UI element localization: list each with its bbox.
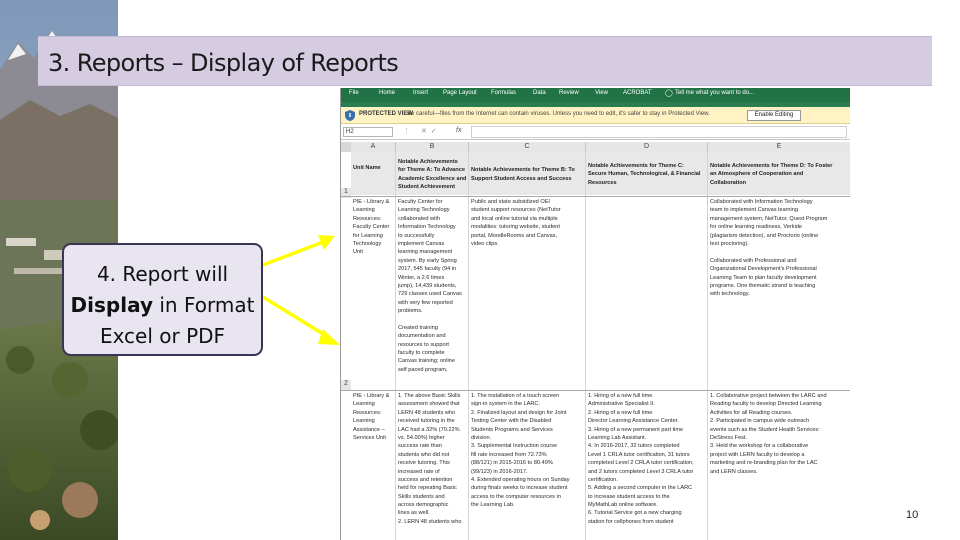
fx-icon[interactable]: fx (456, 127, 461, 134)
cell-c1: Public and state subsidized OEI student s… (471, 199, 561, 247)
callout-display-word: Display (70, 293, 153, 317)
arrow-down-head (318, 329, 340, 345)
formula-bar: H2 ⋮ ✕ ✓ fx (341, 124, 850, 140)
arrow-up-head (318, 235, 335, 250)
cell-e1: Collaborated with Information Technology… (710, 199, 828, 298)
arrow-down-line (261, 295, 330, 339)
slide-title: 3. Reports – Display of Reports (48, 49, 399, 77)
cell-e2: 1. Collaborative project between the LAR… (710, 393, 827, 475)
ribbon-tab-review[interactable]: Review (559, 90, 579, 96)
title-banner: 3. Reports – Display of Reports (38, 36, 932, 86)
header-cell-b: Notable Achievements for Theme A: To Adva… (398, 159, 467, 191)
callout-line-1: 4. Report will (96, 262, 229, 286)
formula-input[interactable] (471, 126, 847, 138)
cell-a1: PIE - Library & Learning Resources: Faculty… (353, 199, 390, 256)
page-number: 10 (906, 509, 919, 521)
cell-d2: 1. Hiring of a new full time Administrati… (588, 393, 694, 525)
callout-line-2: Display in Format (64, 290, 261, 321)
ribbon-tab-acrobat[interactable]: ACROBAT (623, 90, 652, 96)
row-2-divider (341, 390, 850, 391)
protected-view-label: PROTECTED VIEW (359, 111, 414, 117)
cell-c2: 1. The installation of a touch screen sig… (471, 393, 570, 509)
ribbon-tab-view[interactable]: View (595, 90, 608, 96)
cell-b1: Faculty Center for Learning Technology col… (398, 199, 462, 373)
excel-screenshot: File Home Insert Page Layout Formulas Da… (340, 88, 850, 540)
cell-b2: 1. The above Basic Skills assessment show… (398, 393, 462, 525)
column-header-e[interactable]: E (708, 142, 850, 152)
tell-me-box[interactable]: Tell me what you want to do... (675, 90, 754, 96)
column-header-a[interactable]: A (351, 142, 396, 152)
protected-view-bar: PROTECTED VIEW Be careful—files from the… (341, 107, 850, 124)
column-header-d[interactable]: D (586, 142, 708, 152)
header-cell-a: Unit Name (353, 165, 381, 172)
cancel-enter-icons: ✕ ✓ (421, 128, 437, 135)
protected-view-message: Be careful—files from the Internet can c… (407, 111, 710, 117)
row-1-divider (341, 196, 850, 197)
column-header-b[interactable]: B (396, 142, 469, 152)
enable-editing-button[interactable]: Enable Editing (747, 110, 801, 121)
ribbon-tab-insert[interactable]: Insert (413, 90, 428, 96)
ribbon-tab-home[interactable]: Home (379, 90, 395, 96)
ribbon-tab-data[interactable]: Data (533, 90, 546, 96)
callout-format-text: in Format (153, 293, 255, 317)
lightbulb-icon: ◯ (665, 90, 673, 97)
header-cell-d: Notable Achievements for Theme C: Secure … (588, 163, 701, 186)
header-cell-e: Notable Achievements for Theme D: To Fos… (710, 163, 833, 186)
callout-box: 4. Report will Display in Format Excel o… (62, 243, 263, 356)
slide: 3. Reports – Display of Reports File Hom… (0, 0, 960, 540)
header-cell-c: Notable Achievements for Theme B: To Supp… (471, 167, 575, 182)
more-icon: ⋮ (403, 128, 410, 135)
row-number-2[interactable]: 2 (341, 380, 351, 390)
ribbon-tab-formulas[interactable]: Formulas (491, 90, 516, 96)
arrow-up-line (261, 240, 325, 267)
column-header-c[interactable]: C (469, 142, 586, 152)
excel-ribbon: File Home Insert Page Layout Formulas Da… (341, 88, 850, 102)
ribbon-tab-file[interactable]: File (349, 90, 359, 96)
ribbon-tab-page-layout[interactable]: Page Layout (443, 90, 477, 96)
cell-a2: PIE - Library & Learning Resources: Learnin… (353, 393, 390, 441)
name-box[interactable]: H2 (343, 127, 393, 137)
select-all-corner[interactable] (341, 142, 351, 152)
shield-icon (345, 110, 355, 121)
callout-line-3: Excel or PDF (99, 324, 226, 348)
